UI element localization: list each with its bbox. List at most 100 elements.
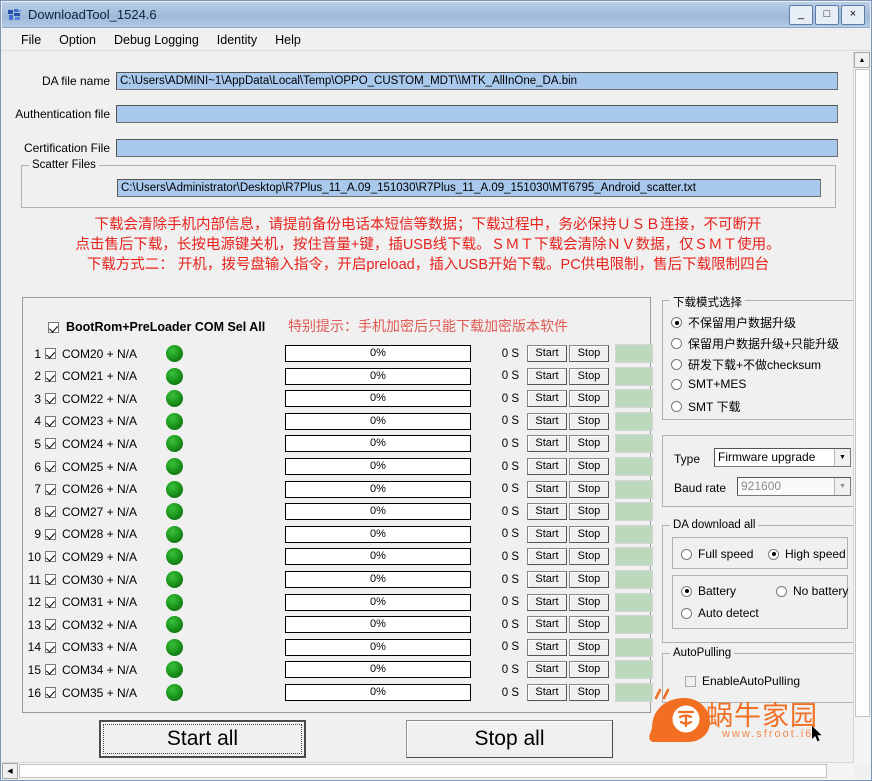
radio-icon-no-keep-user-data[interactable]	[671, 317, 682, 328]
stop-all-button[interactable]: Stop all	[406, 720, 613, 758]
radio-smt-mes[interactable]: SMT+MES	[671, 377, 746, 391]
com-row-name: COM23 + N/A	[62, 414, 138, 429]
com-row-checkbox[interactable]	[45, 596, 56, 608]
maximize-button[interactable]: □	[815, 4, 839, 25]
radio-keep-user-data[interactable]: 保留用户数据升级+只能升级	[671, 335, 839, 352]
com-stop-button[interactable]: Stop	[569, 412, 609, 430]
com-row-checkbox[interactable]	[45, 415, 56, 427]
com-start-button[interactable]: Start	[527, 638, 567, 656]
radio-icon-full-speed[interactable]	[681, 548, 692, 560]
radio-icon-keep-user-data[interactable]	[671, 338, 682, 349]
da-file-input[interactable]: C:\Users\ADMINI~1\AppData\Local\Temp\OPP…	[116, 71, 838, 90]
com-start-button[interactable]: Start	[527, 390, 567, 408]
menu-item-identity[interactable]: Identity	[208, 31, 266, 49]
com-row-checkbox[interactable]	[45, 687, 56, 698]
minimize-button[interactable]: _	[789, 4, 813, 25]
com-start-button[interactable]: Start	[527, 616, 567, 634]
com-start-button[interactable]: Start	[527, 684, 567, 701]
com-stop-button[interactable]: Stop	[569, 548, 609, 566]
radio-smt-download[interactable]: SMT 下载	[671, 398, 740, 415]
com-row-checkbox[interactable]	[45, 483, 56, 495]
enable-auto-pulling-row[interactable]: EnableAutoPulling	[685, 674, 800, 688]
horizontal-scrollbar[interactable]: ◀	[2, 762, 854, 779]
com-start-button[interactable]: Start	[527, 593, 567, 611]
com-start-button[interactable]: Start	[527, 435, 567, 453]
radio-battery[interactable]: Battery	[681, 584, 736, 598]
radio-auto-detect[interactable]: Auto detect	[681, 606, 759, 620]
scroll-left-icon[interactable]: ◀	[2, 763, 18, 779]
com-row-checkbox[interactable]	[45, 393, 56, 405]
com-start-button[interactable]: Start	[527, 412, 567, 430]
com-stop-button[interactable]: Stop	[569, 435, 609, 453]
menu-item-debug-logging[interactable]: Debug Logging	[105, 31, 208, 49]
com-stop-button[interactable]: Stop	[569, 480, 609, 498]
com-stop-button[interactable]: Stop	[569, 345, 609, 362]
com-row-checkbox[interactable]	[45, 506, 56, 518]
radio-high-speed[interactable]: High speed	[768, 547, 846, 561]
com-row-checkbox[interactable]	[45, 664, 56, 676]
com-row-checkbox[interactable]	[45, 528, 56, 540]
com-stop-button[interactable]: Stop	[569, 593, 609, 611]
radio-icon-auto-detect[interactable]	[681, 607, 692, 619]
authentication-file-input[interactable]	[116, 104, 838, 123]
com-stop-button[interactable]: Stop	[569, 503, 609, 521]
com-start-button[interactable]: Start	[527, 571, 567, 588]
com-elapsed-time: 0 S	[501, 550, 519, 563]
com-row-checkbox[interactable]	[45, 551, 56, 563]
chevron-down-icon-type[interactable]: ▼	[834, 449, 850, 466]
scroll-up-icon[interactable]: ▲	[854, 52, 870, 68]
com-start-button[interactable]: Start	[527, 367, 567, 385]
com-stop-button[interactable]: Stop	[569, 390, 609, 408]
radio-full-speed[interactable]: Full speed	[681, 547, 753, 561]
radio-no-keep-user-data[interactable]: 不保留用户数据升级	[671, 314, 796, 331]
radio-no-battery[interactable]: No battery	[776, 584, 848, 598]
com-row-checkbox[interactable]	[45, 619, 56, 631]
select-all-checkbox[interactable]	[48, 321, 59, 333]
com-stop-button[interactable]: Stop	[569, 661, 609, 679]
com-stop-button[interactable]: Stop	[569, 616, 609, 634]
com-start-button[interactable]: Start	[527, 345, 567, 362]
scatter-file-input[interactable]: C:\Users\Administrator\Desktop\R7Plus_11…	[117, 179, 821, 197]
com-stop-button[interactable]: Stop	[569, 571, 609, 588]
type-combo[interactable]: Firmware upgrade ▼	[714, 448, 851, 467]
com-row-checkbox[interactable]	[45, 370, 56, 382]
menu-item-help[interactable]: Help	[266, 31, 310, 49]
com-stop-button[interactable]: Stop	[569, 638, 609, 656]
vertical-scrollbar[interactable]: ▲	[853, 52, 870, 764]
menu-item-file[interactable]: File	[12, 31, 50, 49]
select-all-row[interactable]: BootRom+PreLoader COM Sel All	[48, 320, 265, 334]
vertical-scrollbar-thumb[interactable]	[855, 69, 870, 717]
com-stop-button[interactable]: Stop	[569, 684, 609, 701]
radio-icon-rd-no-checksum[interactable]	[671, 359, 682, 370]
com-row-checkbox[interactable]	[45, 574, 56, 585]
horizontal-scrollbar-thumb[interactable]	[19, 764, 827, 778]
speed-subgroup: Full speed High speed	[672, 537, 848, 569]
com-start-button[interactable]: Start	[527, 548, 567, 566]
com-start-button[interactable]: Start	[527, 503, 567, 521]
com-start-button[interactable]: Start	[527, 525, 567, 543]
certification-file-input[interactable]	[116, 138, 838, 157]
radio-icon-battery[interactable]	[681, 585, 692, 597]
enable-auto-pulling-checkbox[interactable]	[685, 675, 696, 687]
com-start-button[interactable]: Start	[527, 661, 567, 679]
radio-icon-no-battery[interactable]	[776, 585, 787, 597]
close-button[interactable]: ×	[841, 4, 865, 25]
menu-item-option[interactable]: Option	[50, 31, 105, 49]
com-start-button[interactable]: Start	[527, 458, 567, 475]
com-row-checkbox[interactable]	[45, 641, 56, 653]
radio-icon-smt-mes[interactable]	[671, 378, 682, 390]
com-row-checkbox[interactable]	[45, 438, 56, 450]
chevron-down-icon-baud[interactable]: ▼	[834, 478, 850, 495]
radio-icon-smt-download[interactable]	[671, 401, 682, 412]
com-row-checkbox[interactable]	[45, 348, 56, 359]
radio-rd-no-checksum[interactable]: 研发下载+不做checksum	[671, 356, 821, 373]
radio-label-battery: Battery	[698, 584, 737, 598]
com-stop-button[interactable]: Stop	[569, 367, 609, 385]
start-all-button[interactable]: Start all	[99, 720, 306, 758]
com-start-button[interactable]: Start	[527, 480, 567, 498]
baud-rate-combo[interactable]: 921600 ▼	[737, 477, 851, 496]
radio-icon-high-speed[interactable]	[768, 548, 779, 560]
com-row-checkbox[interactable]	[45, 461, 56, 472]
com-stop-button[interactable]: Stop	[569, 525, 609, 543]
com-stop-button[interactable]: Stop	[569, 458, 609, 475]
